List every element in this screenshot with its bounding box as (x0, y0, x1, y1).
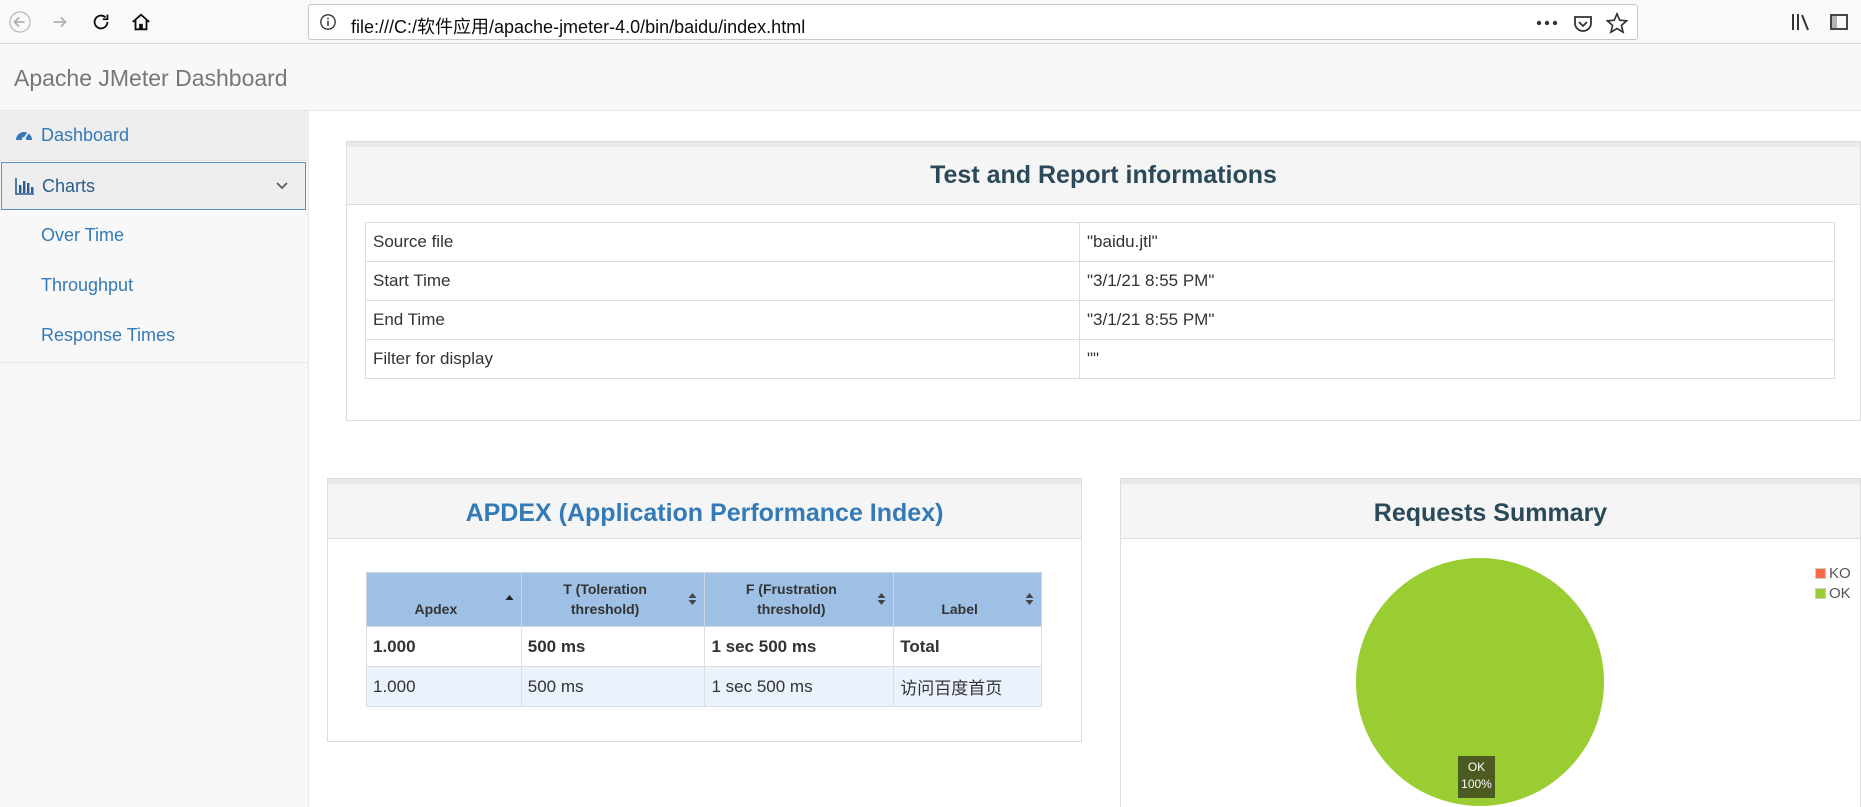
panel-title: Requests Summary (1373, 499, 1608, 527)
sidebar-item-over-time[interactable]: Over Time (0, 211, 309, 261)
sidebar-item-throughput[interactable]: Throughput (0, 261, 309, 311)
legend-item-ko[interactable]: KO (1815, 563, 1851, 583)
sort-asc-icon (505, 595, 514, 600)
panel-heading: APDEX (Application Performance Index) (328, 479, 1081, 539)
info-icon[interactable] (319, 13, 337, 31)
url-bar[interactable]: file:///C:/软件应用/apache-jmeter-4.0/bin/ba… (308, 4, 1638, 40)
star-icon (1606, 12, 1628, 34)
home-icon (132, 13, 150, 31)
pocket-button[interactable] (1571, 11, 1595, 35)
table-row: Source file "baidu.jtl" (365, 222, 1835, 262)
forward-button[interactable] (44, 6, 76, 38)
url-text[interactable]: file:///C:/软件应用/apache-jmeter-4.0/bin/ba… (351, 13, 805, 39)
table-row: 1.000 500 ms 1 sec 500 ms 访问百度首页 (366, 666, 1042, 707)
column-header-label[interactable]: Label (893, 572, 1042, 627)
apdex-panel: APDEX (Application Performance Index) Ap… (327, 478, 1082, 742)
requests-summary-panel: Requests Summary OK 100% KO OK (1120, 478, 1861, 807)
sidebar-icon (1830, 14, 1848, 30)
panel-title: APDEX (Application Performance Index) (465, 499, 944, 527)
sort-both-icon (1025, 593, 1034, 605)
browser-toolbar: file:///C:/软件应用/apache-jmeter-4.0/bin/ba… (0, 0, 1861, 44)
bookmark-button[interactable] (1605, 11, 1629, 35)
sidebar-toggle-button[interactable] (1826, 9, 1852, 35)
apdex-table: Apdex T (Toleration threshold) F (Frustr… (366, 572, 1042, 707)
sidebar-item-label: Charts (42, 176, 96, 196)
legend-swatch (1815, 587, 1826, 599)
library-button[interactable] (1788, 9, 1814, 35)
panel-title: Test and Report informations (930, 161, 1277, 189)
chevron-down-icon (276, 182, 288, 190)
more-dots-icon (1536, 20, 1558, 26)
pie-slice-label-percent: 100% (1461, 777, 1492, 791)
app-header: Apache JMeter Dashboard (0, 45, 1861, 111)
table-row: Start Time "3/1/21 8:55 PM" (365, 261, 1835, 301)
panel-heading: Requests Summary (1121, 479, 1860, 539)
chart-legend: KO OK (1815, 563, 1851, 603)
column-header-apdex[interactable]: Apdex (366, 572, 522, 627)
table-row: End Time "3/1/21 8:55 PM" (365, 300, 1835, 340)
table-cell-value: "3/1/21 8:55 PM" (1079, 261, 1835, 301)
table-cell-key: Filter for display (365, 339, 1080, 379)
test-info-table: Source file "baidu.jtl" Start Time "3/1/… (365, 222, 1835, 379)
table-header-row: Apdex T (Toleration threshold) F (Frustr… (366, 572, 1042, 627)
pocket-icon (1574, 16, 1592, 32)
library-icon (1792, 14, 1809, 31)
table-cell-key: Source file (365, 222, 1080, 262)
sidebar-item-dashboard[interactable]: Dashboard (0, 111, 309, 161)
table-cell: Total (893, 626, 1042, 667)
back-arrow-icon (9, 11, 31, 33)
table-cell-value: "3/1/21 8:55 PM" (1079, 300, 1835, 340)
table-cell: 500 ms (520, 626, 706, 667)
table-cell-value: "baidu.jtl" (1079, 222, 1835, 262)
table-cell: 1 sec 500 ms (704, 666, 895, 707)
reload-icon (93, 14, 109, 30)
legend-label: OK (1829, 584, 1851, 602)
sidebar-item-charts[interactable]: Charts (1, 162, 306, 210)
sidebar-item-response-times[interactable]: Response Times (0, 311, 309, 361)
home-button[interactable] (125, 6, 157, 38)
table-row: 1.000 500 ms 1 sec 500 ms Total (366, 626, 1042, 667)
charts-submenu: Over Time Throughput Response Times (0, 211, 309, 363)
brand-title[interactable]: Apache JMeter Dashboard (14, 65, 288, 92)
bar-chart-icon (15, 178, 34, 195)
column-header-toleration[interactable]: T (Toleration threshold) (520, 572, 706, 627)
back-button[interactable] (4, 6, 36, 38)
sidebar: Dashboard Charts Over Time Throughput Re… (0, 111, 309, 807)
table-cell: 1.000 (366, 626, 522, 667)
table-cell-key: Start Time (365, 261, 1080, 301)
column-header-frustration[interactable]: F (Frustration threshold) (704, 572, 895, 627)
table-cell-key: End Time (365, 300, 1080, 340)
pie-slice-label: OK 100% (1458, 756, 1495, 798)
forward-arrow-icon (53, 16, 67, 28)
table-row: Filter for display "" (365, 339, 1835, 379)
legend-item-ok[interactable]: OK (1815, 583, 1851, 603)
table-cell: 访问百度首页 (893, 666, 1042, 707)
table-cell: 1 sec 500 ms (704, 626, 895, 667)
test-info-panel: Test and Report informations Source file… (346, 141, 1861, 421)
legend-label: KO (1829, 564, 1851, 582)
page-actions-button[interactable] (1535, 11, 1559, 35)
sidebar-item-label: Dashboard (41, 125, 130, 145)
reload-button[interactable] (85, 6, 117, 38)
dashboard-icon (16, 132, 32, 141)
legend-swatch (1815, 567, 1826, 579)
sort-both-icon (688, 593, 697, 605)
sort-both-icon (877, 593, 886, 605)
table-cell: 1.000 (366, 666, 522, 707)
pie-slice-label-name: OK (1467, 760, 1486, 774)
table-cell-value: "" (1079, 339, 1835, 379)
panel-heading: Test and Report informations (347, 142, 1860, 205)
table-cell: 500 ms (520, 666, 706, 707)
